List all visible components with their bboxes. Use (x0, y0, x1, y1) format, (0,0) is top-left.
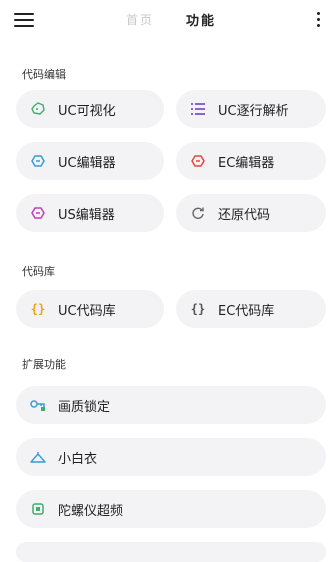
more-vert-icon[interactable] (317, 12, 321, 28)
lock-quality-label: 画质锁定 (58, 399, 111, 415)
ec-editor-label: EC编辑器 (218, 155, 275, 171)
refresh-icon (190, 205, 206, 221)
ec-lib-label: EC代码库 (218, 303, 275, 319)
key-icon (30, 397, 46, 413)
braces-icon: {} (190, 302, 206, 316)
section-title-code-lib: 代码库 (22, 265, 55, 278)
uc-visual-label: UC可视化 (58, 103, 116, 119)
uc-editor-label: UC编辑器 (58, 155, 116, 171)
gyro-overclock-label: 陀螺仪超频 (58, 503, 124, 519)
partial-list-item[interactable] (16, 542, 326, 562)
us-editor-button[interactable]: US编辑器 (16, 194, 164, 232)
us-editor-icon (30, 205, 46, 221)
section-title-ext: 扩展功能 (22, 358, 66, 371)
lock-quality-button[interactable]: 画质锁定 (16, 386, 326, 424)
ec-editor-icon (190, 153, 206, 169)
uc-parse-button[interactable]: UC逐行解析 (176, 90, 326, 128)
gyro-overclock-button[interactable]: 陀螺仪超频 (16, 490, 326, 528)
uc-parse-label: UC逐行解析 (218, 103, 289, 119)
restore-code-label: 还原代码 (218, 207, 271, 223)
uc-visual-button[interactable]: UC可视化 (16, 90, 164, 128)
ec-editor-button[interactable]: EC编辑器 (176, 142, 326, 180)
hanger-icon (30, 449, 46, 465)
chip-icon (30, 501, 46, 517)
xiaobaiyi-label: 小白衣 (58, 451, 98, 467)
ec-lib-button[interactable]: {} EC代码库 (176, 290, 326, 328)
xiaobaiyi-button[interactable]: 小白衣 (16, 438, 326, 476)
uc-editor-button[interactable]: UC编辑器 (16, 142, 164, 180)
visual-icon (30, 101, 46, 117)
uc-editor-icon (30, 153, 46, 169)
list-icon (190, 101, 206, 117)
tab-home[interactable]: 首页 (126, 11, 154, 28)
section-title-code-edit: 代码编辑 (22, 68, 66, 81)
us-editor-label: US编辑器 (58, 207, 115, 223)
uc-lib-label: UC代码库 (58, 303, 116, 319)
restore-code-button[interactable]: 还原代码 (176, 194, 326, 232)
tab-functions[interactable]: 功能 (186, 10, 216, 29)
menu-icon[interactable] (14, 13, 34, 27)
top-app-bar: 首页 功能 (0, 0, 330, 40)
braces-icon: {} (30, 302, 46, 316)
uc-lib-button[interactable]: {} UC代码库 (16, 290, 164, 328)
